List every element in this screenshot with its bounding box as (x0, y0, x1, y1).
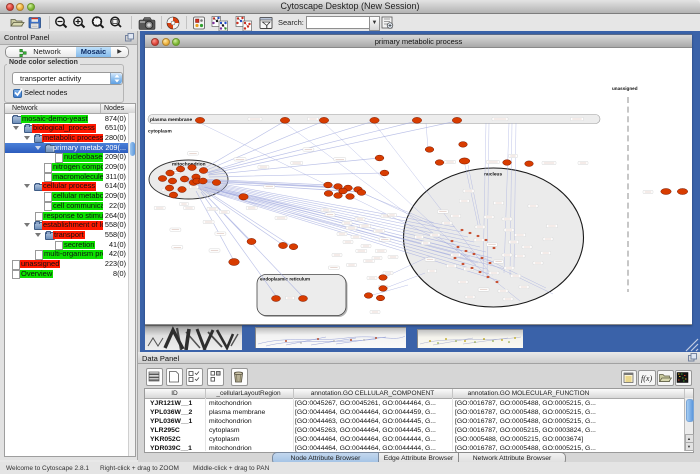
svg-text:f(x): f(x) (641, 374, 652, 383)
svg-text:nucleus: nucleus (484, 172, 502, 178)
svg-text:endoplasmic reticulum: endoplasmic reticulum (260, 277, 310, 282)
svg-text:plasma membrane: plasma membrane (150, 117, 192, 123)
svg-text:cytoplasm: cytoplasm (148, 129, 172, 135)
svg-text:unassigned: unassigned (612, 86, 638, 91)
